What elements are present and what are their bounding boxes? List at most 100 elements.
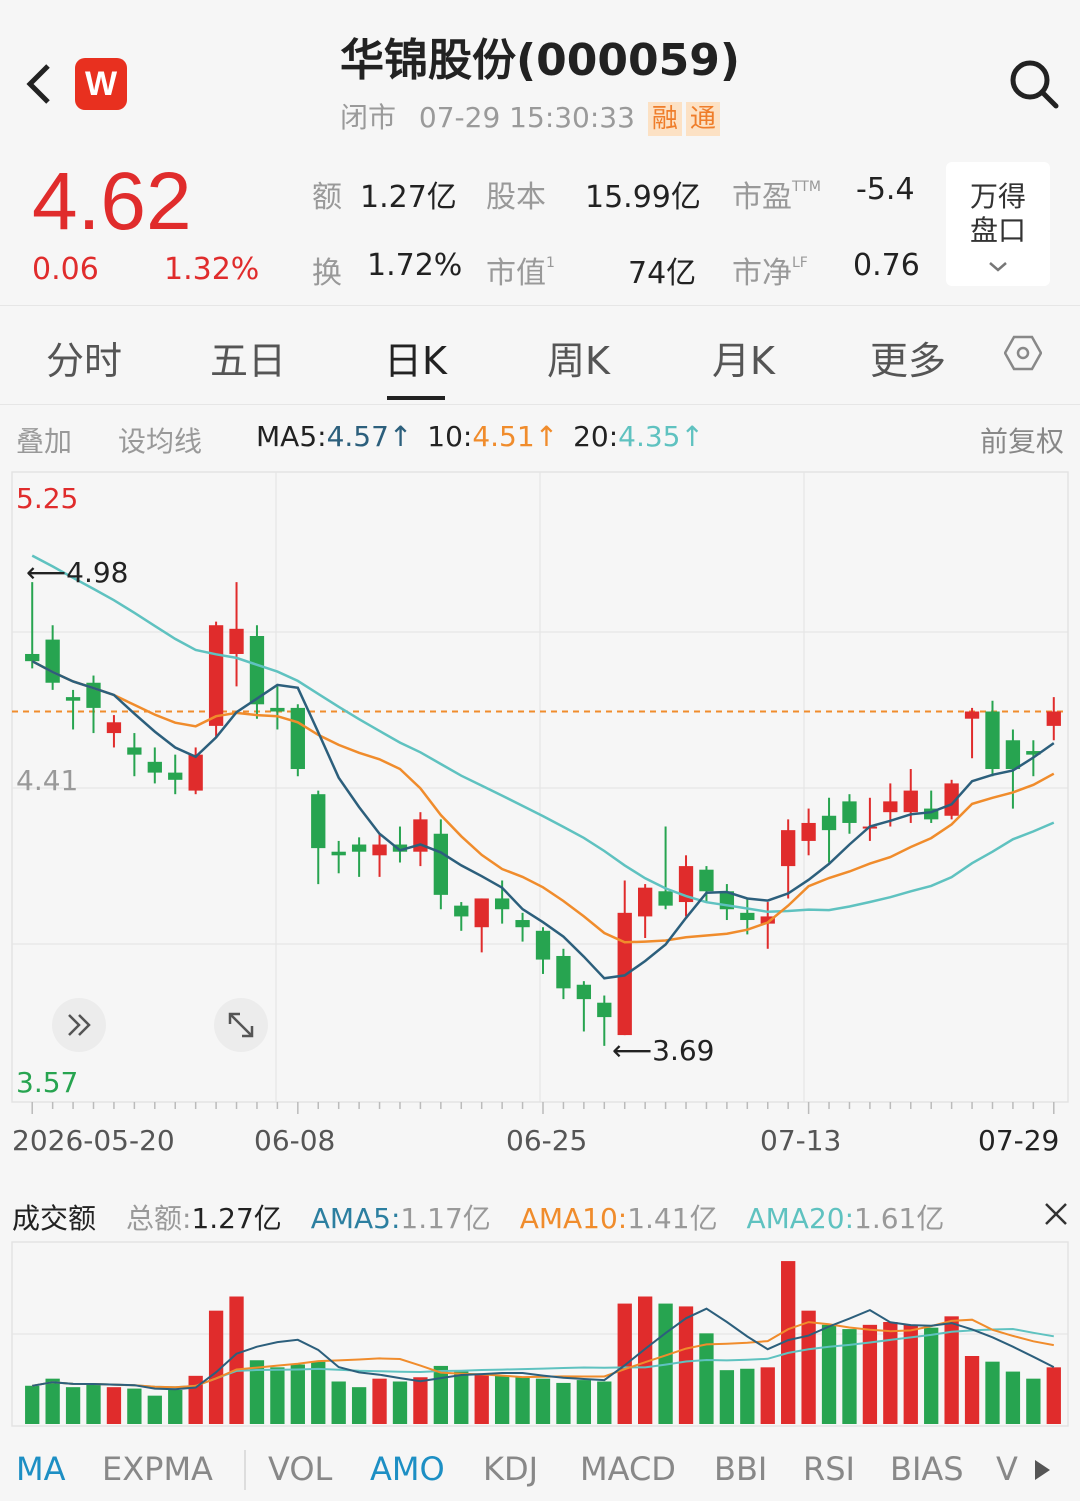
tab-weekly-k[interactable]: 周K <box>547 330 610 385</box>
amount-bar <box>1046 1367 1061 1424</box>
candle-body <box>188 754 203 791</box>
y-label-top: 5.25 <box>16 482 79 515</box>
candle-body <box>515 920 530 928</box>
overlay-button[interactable]: 叠加 <box>16 420 72 460</box>
ma20-line <box>31 554 1055 914</box>
amount-bar <box>556 1382 571 1424</box>
tag-connect-badge[interactable]: 通 <box>685 102 720 136</box>
amount-bar <box>127 1388 142 1424</box>
tag-margin-badge[interactable]: 融 <box>647 102 682 136</box>
amount-bar <box>454 1371 469 1424</box>
tab-intraday[interactable]: 分时 <box>46 330 122 385</box>
back-chevron-left-icon[interactable] <box>22 58 56 123</box>
app-logo-icon[interactable]: W <box>75 58 127 110</box>
candle-body <box>985 711 1000 770</box>
amount-bar <box>903 1324 918 1424</box>
x-label-3: 07-13 <box>760 1124 842 1157</box>
stat-label-mktcap: 市值1 <box>486 255 555 291</box>
tab-five-day[interactable]: 五日 <box>210 330 286 385</box>
indicator-tab-rsi[interactable]: RSI <box>803 1450 855 1488</box>
amount-bar <box>760 1367 775 1424</box>
close-icon[interactable] <box>1042 1200 1070 1232</box>
candle-body <box>351 844 367 852</box>
adjust-button[interactable]: 前复权 <box>980 420 1064 460</box>
amount-bar <box>474 1374 489 1424</box>
candle-body <box>740 912 755 921</box>
amount-bar <box>311 1361 326 1424</box>
stat-value-mktcap: 74亿 <box>628 256 697 291</box>
candle-body <box>576 984 592 1000</box>
indicator-tab-amo[interactable]: AMO <box>370 1450 445 1488</box>
amount-bar <box>617 1303 632 1424</box>
amount-bar <box>290 1364 305 1424</box>
candle-body <box>474 898 489 928</box>
candle-body <box>821 815 837 831</box>
amount-bar <box>147 1395 162 1424</box>
y-label-mid: 4.41 <box>16 764 79 797</box>
candle-body <box>883 801 898 813</box>
amount-bar <box>964 1356 980 1424</box>
amount-bar <box>883 1322 898 1424</box>
candle-body <box>638 887 653 917</box>
candle-body <box>229 628 244 654</box>
amount-bar <box>678 1306 694 1424</box>
candle-body <box>65 697 81 701</box>
candle-body <box>25 653 40 662</box>
amount-bar <box>740 1368 755 1424</box>
amount-bar <box>576 1380 592 1424</box>
tab-daily-k[interactable]: 日K <box>384 330 447 385</box>
y-label-bottom: 3.57 <box>16 1066 79 1099</box>
candle-body <box>964 711 980 719</box>
amount-bar <box>597 1381 612 1424</box>
amount-chart[interactable] <box>0 1240 1080 1430</box>
tab-more[interactable]: 更多 <box>870 330 946 385</box>
candle-body <box>433 833 448 895</box>
tab-monthly-k[interactable]: 月K <box>712 330 775 385</box>
indicator-tab-macd[interactable]: MACD <box>580 1450 676 1488</box>
indicator-tab-kdj[interactable]: KDJ <box>483 1450 538 1488</box>
amount-bar <box>45 1378 60 1424</box>
fullscreen-icon[interactable] <box>214 998 268 1052</box>
chart-grid <box>11 471 1069 1103</box>
low-annotation: ⟵3.69 <box>612 1034 715 1067</box>
ma-legend: MA5:4.57↑ 10:4.51↑ 20:4.35↑ <box>256 420 704 453</box>
x-axis-ticks <box>31 1102 1055 1114</box>
stat-value-capital: 15.99亿 <box>585 180 701 215</box>
settings-gear-icon[interactable] <box>1003 334 1043 372</box>
indicator-tab-v[interactable]: V <box>996 1450 1018 1488</box>
indicator-tab-ma[interactable]: MA <box>16 1450 66 1488</box>
set-ma-button[interactable]: 设均线 <box>118 420 202 460</box>
current-price: 4.62 <box>32 156 192 247</box>
candle-body <box>290 707 305 770</box>
indicator-tab-vol[interactable]: VOL <box>268 1450 332 1488</box>
search-icon[interactable] <box>1008 58 1060 110</box>
wande-orderbook-button[interactable]: 万得 盘口 <box>946 162 1050 286</box>
indicator-tab-bbi[interactable]: BBI <box>714 1450 767 1488</box>
indicator-tab-expma[interactable]: EXPMA <box>102 1450 213 1488</box>
price-change-pct: 1.32% <box>164 252 260 287</box>
amount-bar <box>985 1361 1000 1424</box>
amount-bar <box>25 1385 40 1424</box>
kline-chart[interactable] <box>0 470 1080 1190</box>
candle-body <box>781 830 796 867</box>
candle-body <box>801 822 816 841</box>
candle-body <box>597 1002 612 1018</box>
candle-body <box>494 898 510 910</box>
candle-body <box>699 869 714 892</box>
expand-chevrons-icon[interactable] <box>52 998 106 1052</box>
amount-bar <box>515 1377 530 1424</box>
scroll-right-arrow-icon[interactable] <box>1032 1458 1052 1486</box>
ma10-line <box>31 660 1055 944</box>
candle-body <box>658 891 673 906</box>
candle-body <box>127 747 142 755</box>
status-datetime: 07-29 15:30:33 <box>418 101 635 134</box>
amount-bar <box>801 1310 816 1424</box>
x-label-4: 07-29 <box>978 1124 1060 1157</box>
indicator-tab-bias[interactable]: BIAS <box>890 1450 964 1488</box>
x-label-0: 2026-05-20 <box>12 1124 175 1157</box>
stat-label-amount: 额 <box>312 180 342 215</box>
amount-bar <box>86 1384 101 1424</box>
amount-bar <box>270 1367 285 1424</box>
ama10-line <box>32 1318 1054 1389</box>
candle-body <box>535 930 551 960</box>
